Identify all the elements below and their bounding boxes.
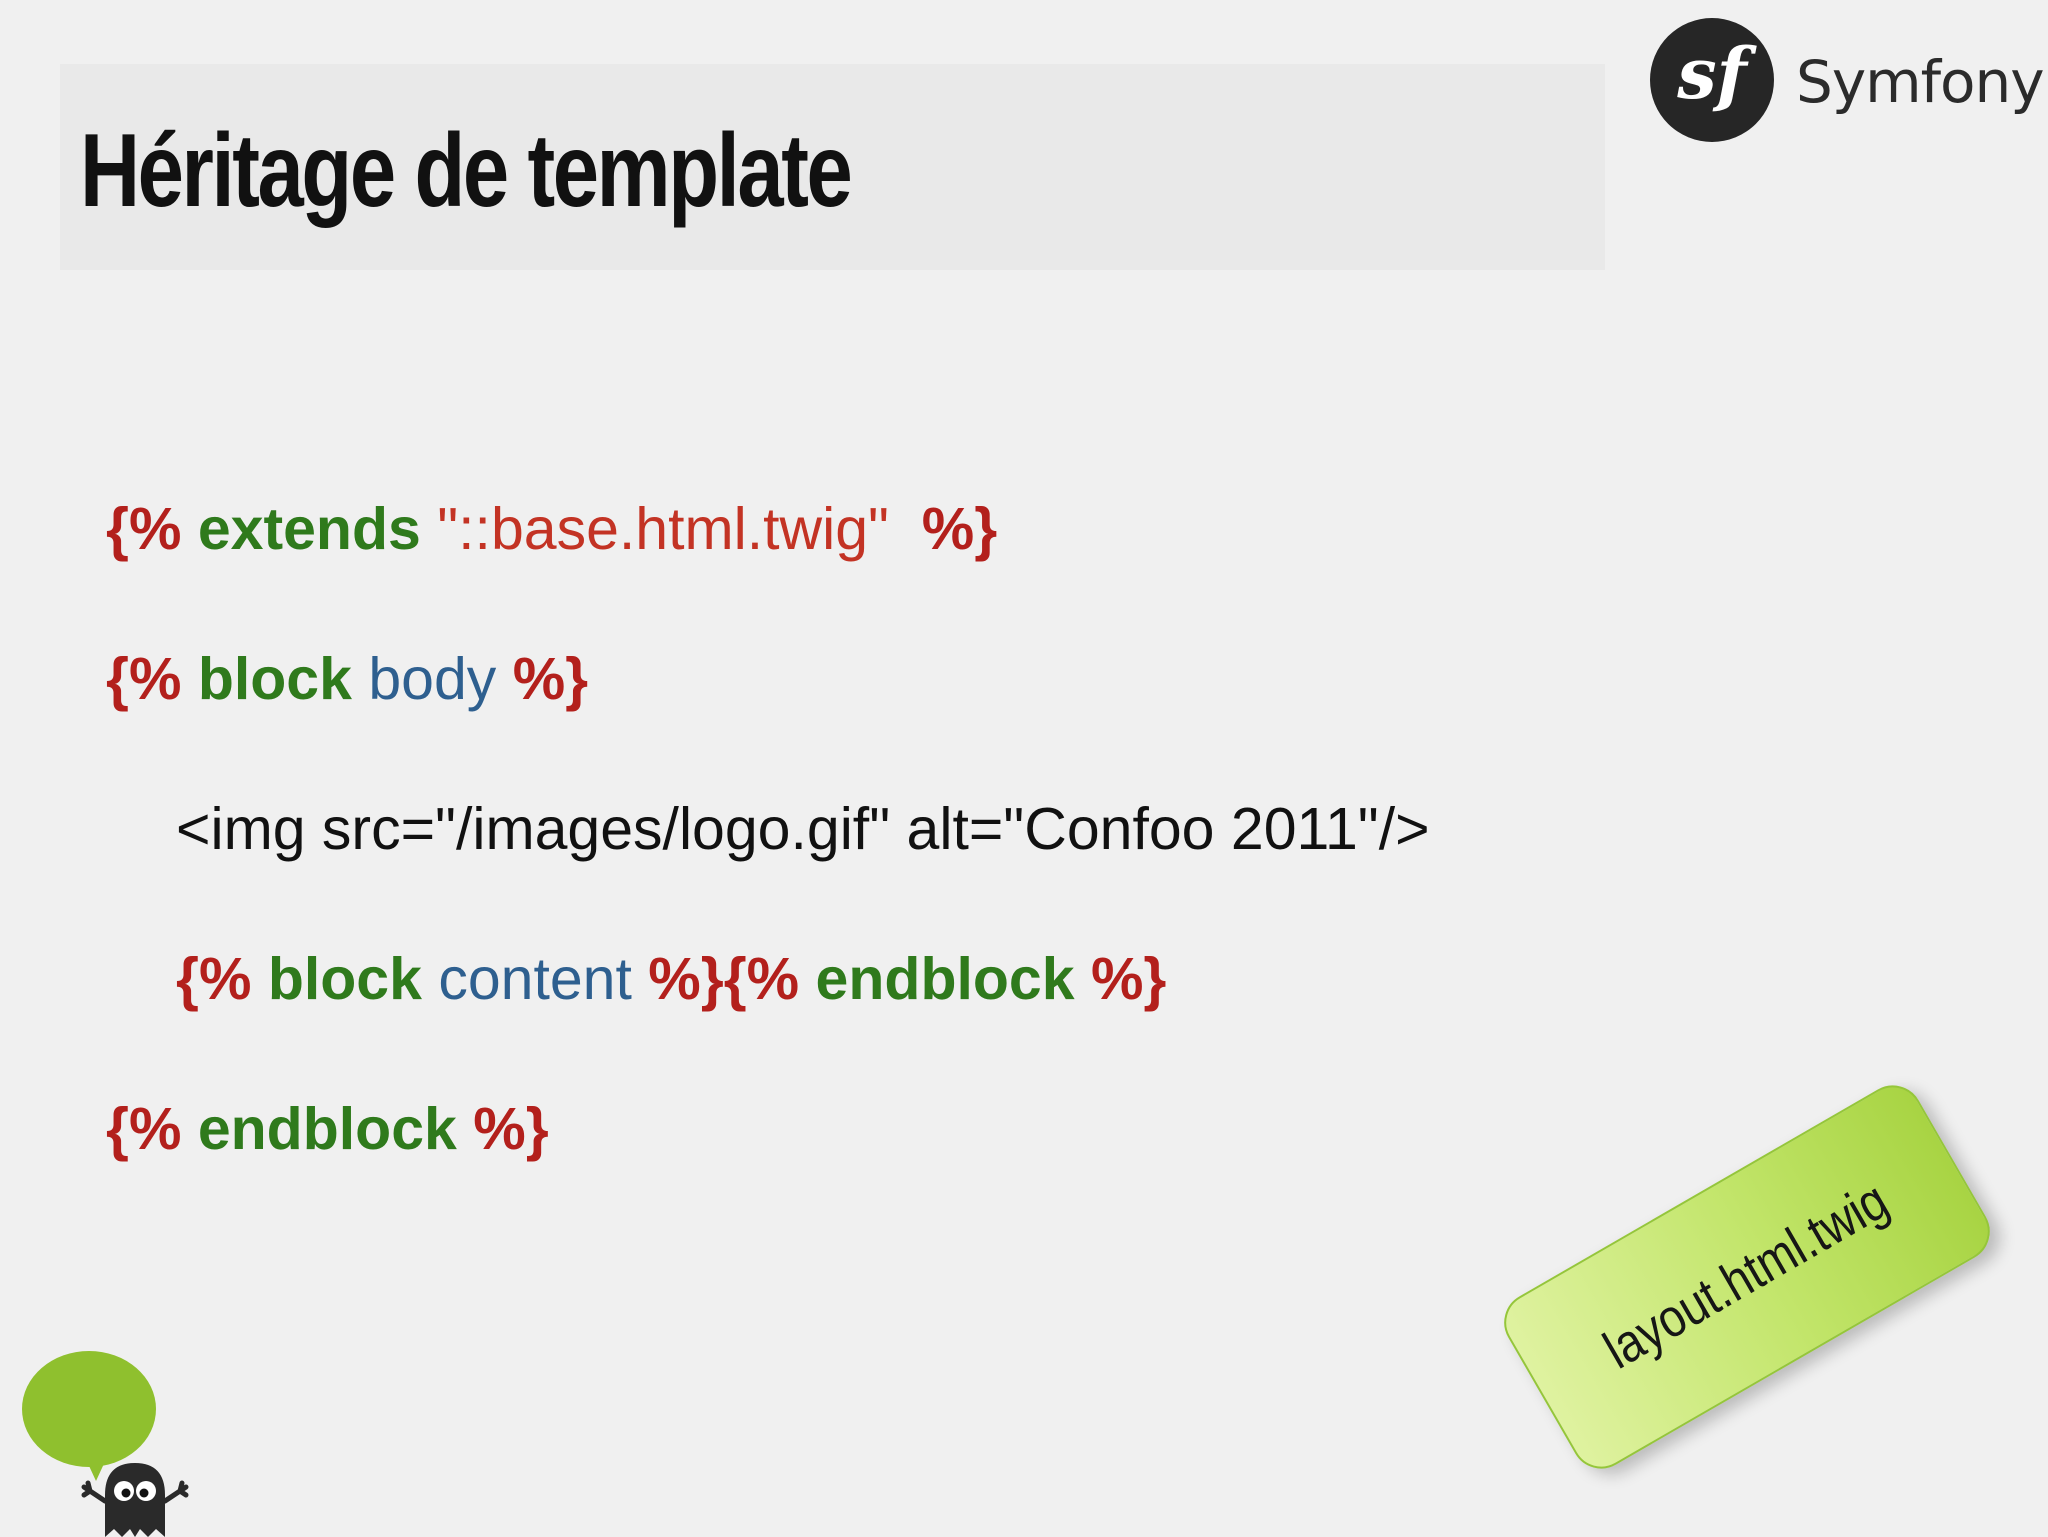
code-line-extends: {% extends "::base.html.twig" %} [106,494,997,564]
file-name-label: layout.html.twig [1594,1170,1898,1381]
twig-string: "::base.html.twig" [437,496,889,562]
twig-open-delimiter: {% [723,946,800,1012]
code-line-img-tag: <img src="/images/logo.gif" alt="Confoo … [176,796,1430,862]
twig-open-delimiter: {% [106,496,182,562]
speech-bubble-icon [22,1351,156,1467]
symfony-logo-icon: sf [1650,18,1774,142]
symfony-brand: sf Symfony [1650,18,2045,142]
twig-close-delimiter: %} [512,646,589,712]
slide-title: Héritage de template [80,113,853,229]
mascot-speech-icon [18,1345,198,1537]
code-line-block-body: {% block body %} [106,644,588,714]
twig-keyword: endblock [815,946,1075,1012]
twig-block-name: content [438,946,632,1012]
twig-open-delimiter: {% [176,946,252,1012]
brand-name: Symfony [1796,48,2045,116]
file-name-tag: layout.html.twig [1493,1074,2001,1480]
symfony-logo-glyph: sf [1677,32,1747,115]
twig-close-delimiter: %} [921,496,998,562]
ghost-mascot-icon [81,1463,189,1537]
twig-keyword: extends [197,496,421,562]
twig-block-name: body [368,646,497,712]
twig-keyword: block [197,646,352,712]
twig-keyword: endblock [197,1096,457,1162]
twig-close-delimiter: %} [1090,946,1167,1012]
code-line-endblock: {% endblock %} [106,1094,549,1164]
twig-keyword: block [267,946,422,1012]
twig-open-delimiter: {% [106,646,182,712]
twig-open-delimiter: {% [106,1096,182,1162]
code-line-block-content: {% block content %}{% endblock %} [176,944,1166,1014]
twig-close-delimiter: %} [473,1096,549,1162]
twig-close-delimiter: %} [648,946,724,1012]
